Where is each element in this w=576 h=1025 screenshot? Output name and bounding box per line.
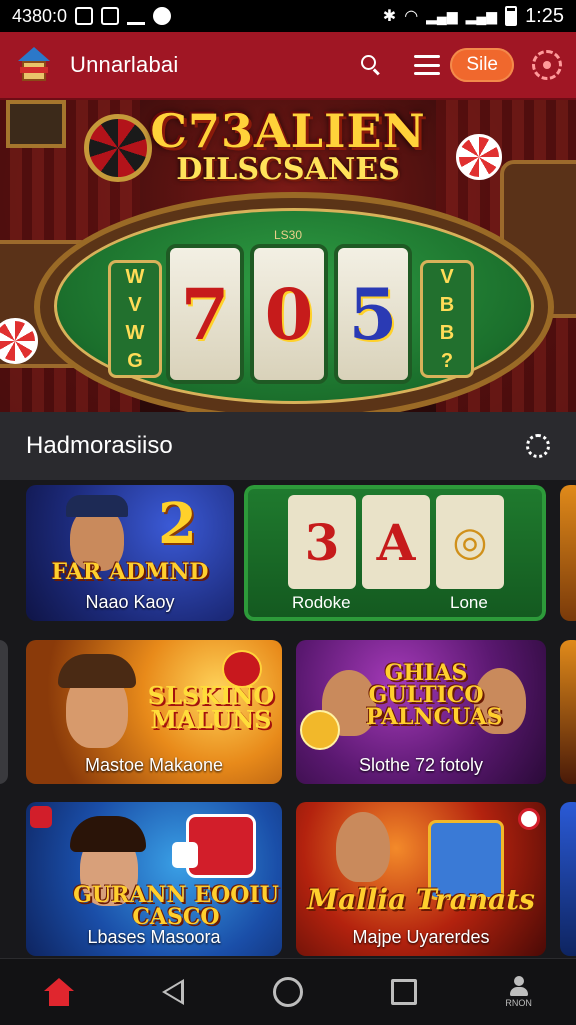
game-card-caption: Lbases Masoora (87, 927, 221, 947)
status-bar: 4380:0 ✱ ◠ ▂▄▆ ▂▄▆ 1:25 (0, 0, 576, 32)
slot-reel: 0 (250, 244, 328, 384)
game-card[interactable]: SLSKINO MALUNS Mastoe Makaone (26, 640, 282, 784)
game-card-caption: Majpe Uyarerdes (352, 927, 490, 947)
profile-icon (509, 976, 529, 996)
badge-icon (30, 806, 52, 828)
game-card-caption: Naao Kaoy (85, 592, 175, 612)
wifi-icon: ◠ (404, 8, 419, 25)
game-card[interactable]: GHIAS GULTICO PALNCUAS Slothe 72 fotoly (296, 640, 546, 784)
slot-reel: 3 (288, 495, 356, 589)
signal-icon-2: ▂▄▆ (465, 7, 498, 24)
game-card-headline: FAR ADMND (51, 559, 209, 585)
gallery-status-icon (101, 7, 120, 25)
home-icon[interactable] (44, 978, 75, 1006)
hair-illustration (58, 654, 136, 688)
bluetooth-icon: ✱ (382, 8, 397, 25)
download-status-icon (127, 7, 146, 25)
bottom-navigation: RNON (0, 958, 576, 1025)
loading-spinner-icon[interactable] (526, 434, 550, 458)
section-title: Hadmorasiiso (26, 432, 173, 459)
bonus-wheel-icon[interactable] (532, 50, 562, 80)
hero-title: C73ALIEN (150, 104, 426, 158)
signal-icon: ▂▄▆ (426, 7, 458, 24)
game-card-partial[interactable] (560, 802, 576, 956)
app-bar: Unnarlabai Sile (0, 32, 576, 100)
slot-reel: 5 (334, 244, 412, 384)
game-card-caption: Mastoe Makaone (84, 755, 224, 775)
sign-in-pill-button[interactable]: Sile (450, 48, 514, 82)
game-card-partial[interactable] (0, 640, 8, 784)
battery-icon (505, 6, 518, 26)
game-card-caption-right: Lone (450, 593, 488, 612)
game-card[interactable]: Mallia Tranats Majpe Uyarerdes (296, 802, 546, 956)
search-icon[interactable] (358, 52, 384, 78)
game-card[interactable]: 2 FAR ADMND Naao Kaoy (26, 485, 234, 621)
slot-reel: ◎ (436, 495, 504, 589)
game-card[interactable]: GURANN EOOIU CASCO Lbases Masoora (26, 802, 282, 956)
home-button-icon[interactable] (272, 977, 303, 1007)
game-card-headline: GHIAS GULTICO PALNCUAS (366, 660, 503, 730)
slot-reel: 7 (166, 244, 244, 384)
app-title: Unnarlabai (70, 52, 179, 77)
hat-illustration (66, 495, 128, 517)
dice-icon (172, 842, 198, 868)
hero-banner[interactable]: LS30 WVWG 7 0 5 V B B? C73ALIEN DILSCSANES (0, 100, 576, 412)
game-card-headline: SLSKINO MALUNS (147, 681, 275, 734)
app-logo-icon[interactable] (14, 45, 54, 85)
status-time: 1:25 (525, 4, 564, 27)
back-icon[interactable] (162, 979, 185, 1005)
game-card-headline: Mallia Tranats (307, 883, 535, 916)
slot-reel: A (362, 495, 430, 589)
side-reel-left: WVWG (108, 260, 162, 378)
menu-icon[interactable] (414, 55, 441, 75)
gold-number-decoration: 2 (158, 491, 197, 557)
search-status-icon (75, 7, 94, 25)
game-card-partial[interactable] (560, 640, 576, 784)
game-card-caption-left: Rodoke (292, 593, 351, 612)
character-illustration (336, 812, 390, 882)
game-card-headline: GURANN EOOIU CASCO (73, 882, 279, 930)
game-card-caption: Slothe 72 fotoly (358, 755, 484, 775)
gold-coin-icon (300, 710, 340, 750)
side-reel-right: V B B? (420, 260, 474, 378)
profile-label: RNON (505, 998, 532, 1008)
badge-icon (518, 808, 540, 830)
table-label: LS30 (273, 228, 303, 242)
game-card[interactable]: 3 A ◎ Rodoke Lone (244, 485, 546, 621)
profile-button[interactable]: RNON (505, 976, 532, 1008)
game-card-partial[interactable] (560, 485, 576, 621)
section-header: Hadmorasiiso (0, 412, 576, 480)
status-left-text: 4380:0 (12, 5, 68, 26)
hero-subtitle: DILSCSANES (176, 152, 400, 187)
recents-icon[interactable] (391, 979, 418, 1005)
play-status-icon (153, 7, 172, 25)
